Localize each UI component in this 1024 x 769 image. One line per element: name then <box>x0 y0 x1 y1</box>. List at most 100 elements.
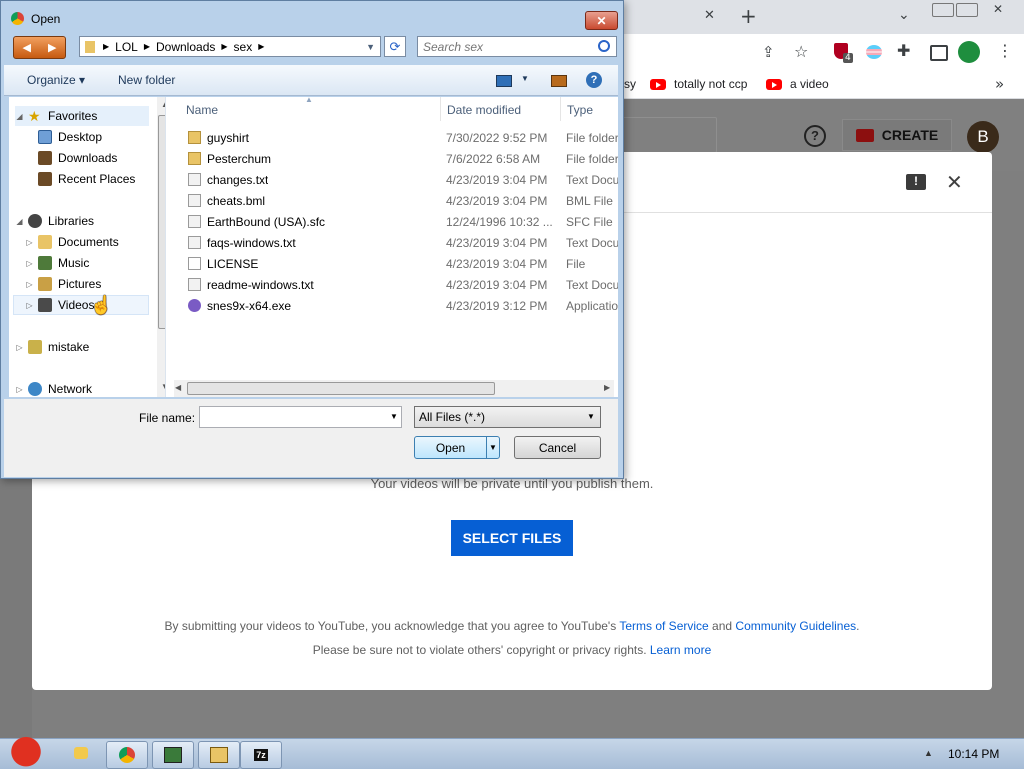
expand-triangle-icon[interactable]: ▷ <box>25 280 34 289</box>
back-arrow-icon[interactable]: ◀ <box>14 37 40 58</box>
refresh-button[interactable]: ⟳ <box>384 36 406 57</box>
select-files-button[interactable]: SELECT FILES <box>451 520 573 556</box>
nav-mistake[interactable]: ▷ mistake <box>15 337 155 357</box>
more-bookmarks-icon[interactable]: » <box>995 75 1004 93</box>
new-tab-button[interactable]: + <box>740 4 757 28</box>
bookmark-totally-not-ccp[interactable]: totally not ccp <box>650 77 747 91</box>
file-type-filter[interactable]: All Files (*.*) ▼ <box>414 406 601 428</box>
taskbar-clock[interactable]: 10:14 PM <box>948 747 999 761</box>
taskbar-app[interactable] <box>152 741 194 769</box>
scroll-left-icon[interactable]: ◀ <box>175 383 181 392</box>
column-header-date[interactable]: Date modified <box>447 103 521 117</box>
file-row-readme-windows[interactable]: readme-windows.txt 4/23/2019 3:04 PM Tex… <box>166 275 618 296</box>
taskbar-explorer[interactable] <box>198 741 240 769</box>
nav-network[interactable]: ▷ Network <box>15 379 155 397</box>
nav-recent-places[interactable]: Recent Places <box>34 169 165 189</box>
nav-music[interactable]: ▷ Music <box>25 253 165 273</box>
help-icon[interactable]: ? <box>804 125 826 147</box>
file-row-guyshirt[interactable]: guyshirt 7/30/2022 9:52 PM File folder <box>166 128 618 149</box>
open-split-button[interactable]: Open ▼ <box>414 436 500 459</box>
file-name-dropdown-icon[interactable]: ▼ <box>390 412 398 421</box>
learn-more-link[interactable]: Learn more <box>650 643 711 657</box>
scroll-thumb[interactable] <box>158 115 165 329</box>
community-guidelines-link[interactable]: Community Guidelines <box>735 619 856 633</box>
new-folder-button[interactable]: New folder <box>118 73 175 87</box>
cancel-button[interactable]: Cancel <box>514 436 601 459</box>
file-row-faqs-windows[interactable]: faqs-windows.txt 4/23/2019 3:04 PM Text … <box>166 233 618 254</box>
file-icon <box>188 194 201 207</box>
breadcrumb-sex[interactable]: sex <box>234 40 253 54</box>
nav-pictures[interactable]: ▷ Pictures <box>25 274 165 294</box>
profile-avatar-icon[interactable] <box>958 41 980 63</box>
help-icon[interactable]: ? <box>586 72 602 88</box>
file-row-snes9x[interactable]: snes9x-x64.exe 4/23/2019 3:12 PM Applica… <box>166 296 618 317</box>
bookmark-sy[interactable]: sy <box>624 77 636 91</box>
preview-pane-icon[interactable] <box>551 75 567 87</box>
share-icon[interactable]: ⇪ <box>762 43 775 61</box>
file-row-changes[interactable]: changes.txt 4/23/2019 3:04 PM Text Docum… <box>166 170 618 191</box>
quick-launch-icon[interactable] <box>74 747 88 759</box>
collapse-triangle-icon[interactable]: ◢ <box>15 217 24 226</box>
search-input[interactable] <box>421 38 595 56</box>
collapse-triangle-icon[interactable]: ◢ <box>15 112 24 121</box>
file-name-input[interactable] <box>202 409 386 425</box>
show-hidden-icons-button[interactable]: ▲ <box>924 748 933 758</box>
navigation-scrollbar[interactable]: ▲ ▼ <box>157 97 165 397</box>
nav-libraries[interactable]: ◢ Libraries <box>15 211 155 231</box>
extensions-puzzle-icon[interactable]: ✚ <box>897 41 910 60</box>
nav-videos[interactable]: ▷ Videos <box>13 295 149 315</box>
forward-arrow-icon[interactable]: ▶ <box>40 37 66 58</box>
nav-downloads[interactable]: Downloads <box>34 148 165 168</box>
file-row-pesterchum[interactable]: Pesterchum 7/6/2022 6:58 AM File folder <box>166 149 618 170</box>
file-row-earthbound[interactable]: EarthBound (USA).sfc 12/24/1996 10:32 ..… <box>166 212 618 233</box>
side-panel-icon[interactable] <box>930 45 948 61</box>
dialog-close-button[interactable]: ✕ <box>585 11 618 30</box>
expand-triangle-icon[interactable]: ▷ <box>15 385 24 394</box>
file-row-cheats[interactable]: cheats.bml 4/23/2019 3:04 PM BML File <box>166 191 618 212</box>
scroll-thumb[interactable] <box>187 382 495 395</box>
file-row-license[interactable]: LICENSE 4/23/2019 3:04 PM File <box>166 254 618 275</box>
window-close-button[interactable]: ✕ <box>980 2 1016 16</box>
create-button[interactable]: CREATE <box>842 119 952 151</box>
menu-kebab-icon[interactable]: ⋮ <box>997 41 1013 60</box>
search-box[interactable] <box>417 36 617 57</box>
tab-close-icon[interactable]: ✕ <box>704 8 715 23</box>
account-avatar[interactable]: B <box>967 121 999 153</box>
column-header-name[interactable]: Name <box>186 103 218 117</box>
terms-of-service-link[interactable]: Terms of Service <box>619 619 708 633</box>
nav-desktop[interactable]: Desktop <box>34 127 165 147</box>
start-button-angry-bird-icon[interactable] <box>4 733 44 767</box>
breadcrumb-dropdown-icon[interactable]: ▼ <box>366 42 375 52</box>
nav-label: Desktop <box>58 130 103 144</box>
bookmark-label: a video <box>790 77 829 91</box>
pride-flag-extension-icon[interactable] <box>866 45 882 59</box>
breadcrumb-lol[interactable]: LOL <box>115 40 138 54</box>
expand-triangle-icon[interactable]: ▷ <box>25 238 34 247</box>
minimize-button[interactable] <box>932 3 954 17</box>
breadcrumb-downloads[interactable]: Downloads <box>156 40 215 54</box>
modal-close-icon[interactable]: ✕ <box>946 170 963 194</box>
taskbar-7zip[interactable]: 7z <box>240 741 282 769</box>
expand-triangle-icon[interactable]: ▷ <box>15 343 24 352</box>
nav-documents[interactable]: ▷ Documents <box>25 232 165 252</box>
bookmark-a-video[interactable]: a video <box>766 77 829 91</box>
taskbar-chrome[interactable] <box>106 741 148 769</box>
address-breadcrumb-bar[interactable]: ▶ LOL ▶ Downloads ▶ sex ▶ ▼ <box>79 36 381 57</box>
view-options-icon[interactable] <box>496 75 512 87</box>
restore-button[interactable] <box>956 3 978 17</box>
scroll-right-icon[interactable]: ▶ <box>604 383 610 392</box>
organize-menu[interactable]: Organize ▾ <box>27 73 85 87</box>
file-name-combobox[interactable]: ▼ <box>199 406 402 428</box>
view-dropdown-icon[interactable]: ▼ <box>521 74 529 83</box>
tab-search-chevron-icon[interactable]: ⌄ <box>898 7 910 23</box>
horizontal-scrollbar[interactable]: ◀ ▶ <box>174 380 614 397</box>
nav-label: Downloads <box>58 151 118 165</box>
nav-favorites[interactable]: ◢ ★ Favorites <box>15 106 149 126</box>
feedback-icon[interactable]: ! <box>906 174 926 190</box>
bookmark-star-icon[interactable]: ☆ <box>794 42 808 61</box>
expand-triangle-icon[interactable]: ▷ <box>25 301 34 310</box>
open-dropdown-icon[interactable]: ▼ <box>486 437 499 458</box>
expand-triangle-icon[interactable]: ▷ <box>25 259 34 268</box>
column-header-type[interactable]: Type <box>567 103 593 117</box>
open-button-label[interactable]: Open <box>415 437 486 458</box>
